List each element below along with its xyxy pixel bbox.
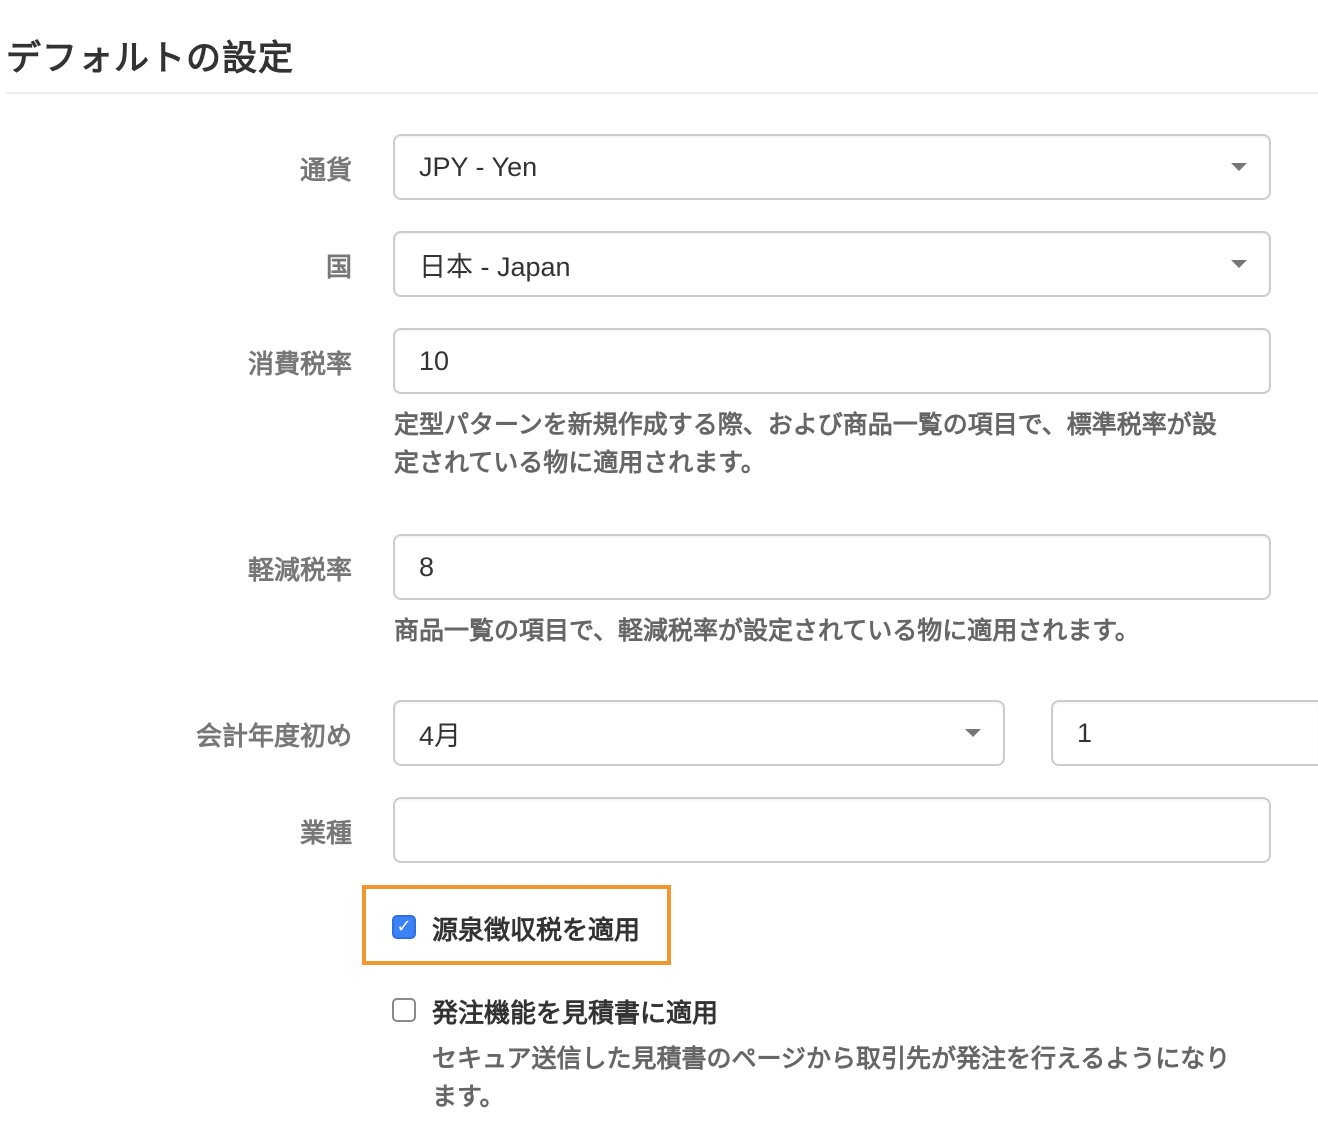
fiscal-day-input[interactable]: 1 [1051,700,1318,766]
fiscal-month-value: 4月 [419,720,462,751]
consumption-tax-help: 定型パターンを新規作成する際、および商品一覧の項目で、標準税率が設 定されている… [394,406,1274,482]
order-feature-checkbox[interactable] [392,998,416,1022]
withholding-tax-checkbox[interactable]: ✓ [392,915,416,939]
consumption-tax-value: 10 [419,345,450,376]
consumption-tax-label: 消費税率 [247,350,352,380]
country-select[interactable]: 日本 - Japan [393,231,1271,297]
title-divider [6,92,1318,94]
checkmark-icon: ✓ [396,916,412,937]
fiscal-day-value: 1 [1077,717,1093,748]
order-feature-label[interactable]: 発注機能を見積書に適用 [432,993,718,1030]
withholding-tax-label[interactable]: 源泉徴収税を適用 [432,910,640,947]
reduced-tax-value: 8 [419,551,435,582]
consumption-tax-input[interactable]: 10 [393,328,1271,394]
currency-select-value: JPY - Yen [419,151,538,182]
country-select-value: 日本 - Japan [419,251,571,282]
industry-label: 業種 [299,819,352,849]
order-feature-help: セキュア送信した見積書のページから取引先が発注を行えるようになり ます。 [432,1040,1272,1116]
currency-label: 通貨 [299,156,352,186]
industry-input[interactable] [393,797,1271,863]
fiscal-month-select[interactable]: 4月 [393,700,1005,766]
order-feature-help-line1: セキュア送信した見積書のページから取引先が発注を行えるようになり [432,1044,1231,1073]
chevron-down-icon [1231,163,1247,171]
consumption-tax-help-line1: 定型パターンを新規作成する際、および商品一覧の項目で、標準税率が設 [394,410,1217,439]
consumption-tax-help-line2: 定されている物に適用されます。 [394,448,766,477]
chevron-down-icon [965,729,981,737]
fiscal-year-start-label: 会計年度初め [195,722,352,752]
country-label: 国 [325,253,352,283]
reduced-tax-label: 軽減税率 [247,556,352,586]
currency-select[interactable]: JPY - Yen [393,134,1271,200]
reduced-tax-input[interactable]: 8 [393,534,1271,600]
reduced-tax-help: 商品一覧の項目で、軽減税率が設定されている物に適用されます。 [394,616,1140,645]
page-title: デフォルトの設定 [6,39,295,79]
order-feature-help-line2: ます。 [432,1082,505,1111]
chevron-down-icon [1231,260,1247,268]
